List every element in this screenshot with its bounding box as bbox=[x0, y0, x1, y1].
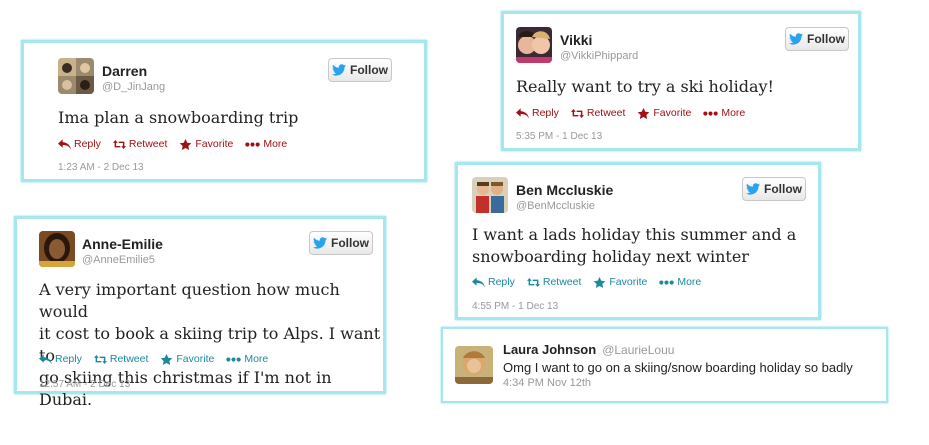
tweet-text-line: I want a lads holiday this summer and a bbox=[472, 225, 797, 244]
follow-button[interactable]: Follow bbox=[328, 58, 392, 82]
more-action[interactable]: More bbox=[703, 107, 745, 119]
reply-icon bbox=[39, 353, 52, 365]
favorite-label: Favorite bbox=[195, 138, 234, 150]
avatar[interactable] bbox=[516, 27, 552, 63]
tweet-actions: Reply Retweet Favorite More bbox=[58, 138, 287, 150]
avatar[interactable] bbox=[455, 346, 493, 384]
retweet-action[interactable]: Retweet bbox=[526, 276, 582, 288]
follow-label: Follow bbox=[331, 236, 369, 250]
follow-label: Follow bbox=[764, 182, 802, 196]
user-handle[interactable]: @AnneEmilie5 bbox=[82, 254, 155, 266]
timestamp[interactable]: 4:55 PM - 1 Dec 13 bbox=[472, 301, 558, 312]
tweet-text: Omg I want to go on a skiing/snow boardi… bbox=[503, 360, 853, 375]
tweet-text-line: snowboarding holiday next winter bbox=[472, 247, 749, 266]
retweet-action[interactable]: Retweet bbox=[570, 107, 626, 119]
tweet-card-anne-emilie: Anne-Emilie @AnneEmilie5 Follow A very i… bbox=[14, 216, 386, 409]
tweet-card-laura-johnson: Laura Johnson @LaurieLouu Omg I want to g… bbox=[441, 327, 888, 403]
timestamp[interactable]: 4:34 PM Nov 12th bbox=[503, 377, 591, 389]
reply-action[interactable]: Reply bbox=[58, 138, 101, 150]
twitter-bird-icon bbox=[332, 64, 346, 76]
tweet-actions: Reply Retweet Favorite More bbox=[472, 276, 701, 288]
tweet-text: Really want to try a ski holiday! bbox=[516, 77, 774, 96]
more-label: More bbox=[244, 353, 269, 365]
user-handle[interactable]: @VikkiPhippard bbox=[560, 50, 638, 62]
timestamp[interactable]: 1:23 AM - 2 Dec 13 bbox=[58, 162, 144, 173]
more-dots-icon bbox=[245, 141, 261, 147]
reply-icon bbox=[516, 107, 529, 119]
star-icon bbox=[180, 138, 192, 150]
star-icon bbox=[638, 107, 650, 119]
tweet-text-line: A very important question how much would bbox=[39, 280, 340, 321]
avatar[interactable] bbox=[39, 231, 75, 267]
tweet-actions: Reply Retweet Favorite More bbox=[39, 353, 268, 365]
more-dots-icon bbox=[226, 356, 242, 362]
retweet-action[interactable]: Retweet bbox=[93, 353, 149, 365]
favorite-action[interactable]: Favorite bbox=[637, 107, 691, 119]
reply-icon bbox=[58, 138, 71, 150]
user-name-line: Laura Johnson @LaurieLouu bbox=[503, 342, 674, 357]
favorite-action[interactable]: Favorite bbox=[179, 138, 233, 150]
favorite-action[interactable]: Favorite bbox=[160, 353, 214, 365]
tweet-text: Ima plan a snowboarding trip bbox=[58, 108, 299, 127]
follow-label: Follow bbox=[807, 32, 845, 46]
retweet-label: Retweet bbox=[542, 276, 582, 288]
favorite-label: Favorite bbox=[653, 107, 692, 119]
favorite-label: Favorite bbox=[609, 276, 648, 288]
tweet-text: A very important question how much would… bbox=[39, 279, 383, 411]
reply-label: Reply bbox=[488, 276, 515, 288]
user-handle[interactable]: @BenMccluskie bbox=[516, 200, 595, 212]
retweet-action[interactable]: Retweet bbox=[112, 138, 168, 150]
star-icon bbox=[161, 353, 173, 365]
more-dots-icon bbox=[659, 279, 675, 285]
twitter-bird-icon bbox=[746, 183, 760, 195]
more-action[interactable]: More bbox=[245, 138, 287, 150]
more-action[interactable]: More bbox=[226, 353, 268, 365]
user-handle[interactable]: @LaurieLouu bbox=[602, 343, 674, 357]
follow-button[interactable]: Follow bbox=[785, 27, 849, 51]
twitter-bird-icon bbox=[313, 237, 327, 249]
retweet-label: Retweet bbox=[109, 353, 149, 365]
user-name[interactable]: Vikki bbox=[560, 32, 592, 48]
avatar[interactable] bbox=[472, 177, 508, 213]
reply-action[interactable]: Reply bbox=[39, 353, 82, 365]
retweet-label: Retweet bbox=[586, 107, 626, 119]
tweet-text: I want a lads holiday this summer and a … bbox=[472, 224, 796, 268]
avatar[interactable] bbox=[58, 58, 94, 94]
favorite-label: Favorite bbox=[176, 353, 215, 365]
timestamp[interactable]: 5:35 PM - 1 Dec 13 bbox=[516, 131, 602, 142]
reply-label: Reply bbox=[74, 138, 101, 150]
more-label: More bbox=[263, 138, 288, 150]
twitter-bird-icon bbox=[789, 33, 803, 45]
tweet-card-ben-mccluskie: Ben Mccluskie @BenMccluskie Follow I wan… bbox=[455, 162, 821, 320]
user-name[interactable]: Anne-Emilie bbox=[82, 236, 163, 252]
reply-action[interactable]: Reply bbox=[472, 276, 515, 288]
user-name[interactable]: Ben Mccluskie bbox=[516, 182, 613, 198]
tweet-actions: Reply Retweet Favorite More bbox=[516, 107, 745, 119]
retweet-icon bbox=[570, 108, 584, 118]
retweet-icon bbox=[526, 277, 540, 287]
reply-icon bbox=[472, 276, 485, 288]
reply-label: Reply bbox=[532, 107, 559, 119]
timestamp[interactable]: 12:57 AM - 2 Dec 13 bbox=[39, 379, 130, 390]
more-label: More bbox=[677, 276, 702, 288]
user-name[interactable]: Darren bbox=[102, 63, 147, 79]
tweet-card-darren: Darren @D_JinJang Follow Ima plan a snow… bbox=[21, 40, 427, 182]
retweet-label: Retweet bbox=[128, 138, 168, 150]
retweet-icon bbox=[112, 139, 126, 149]
reply-label: Reply bbox=[55, 353, 82, 365]
more-label: More bbox=[721, 107, 746, 119]
follow-button[interactable]: Follow bbox=[309, 231, 373, 255]
reply-action[interactable]: Reply bbox=[516, 107, 559, 119]
follow-label: Follow bbox=[350, 63, 388, 77]
retweet-icon bbox=[93, 354, 107, 364]
favorite-action[interactable]: Favorite bbox=[593, 276, 647, 288]
user-name[interactable]: Laura Johnson bbox=[503, 342, 596, 357]
user-handle[interactable]: @D_JinJang bbox=[102, 81, 165, 93]
more-action[interactable]: More bbox=[659, 276, 701, 288]
star-icon bbox=[594, 276, 606, 288]
tweet-card-vikki: Vikki @VikkiPhippard Follow Really want … bbox=[501, 11, 861, 151]
more-dots-icon bbox=[703, 110, 719, 116]
follow-button[interactable]: Follow bbox=[742, 177, 806, 201]
